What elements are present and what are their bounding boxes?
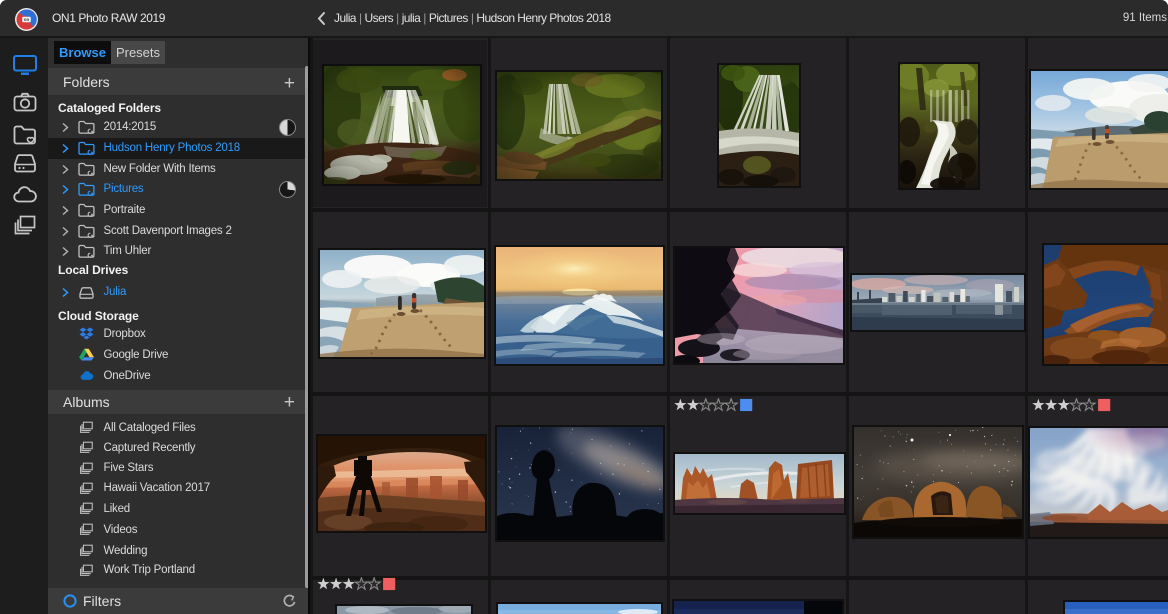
svg-text:on: on [23,17,29,22]
